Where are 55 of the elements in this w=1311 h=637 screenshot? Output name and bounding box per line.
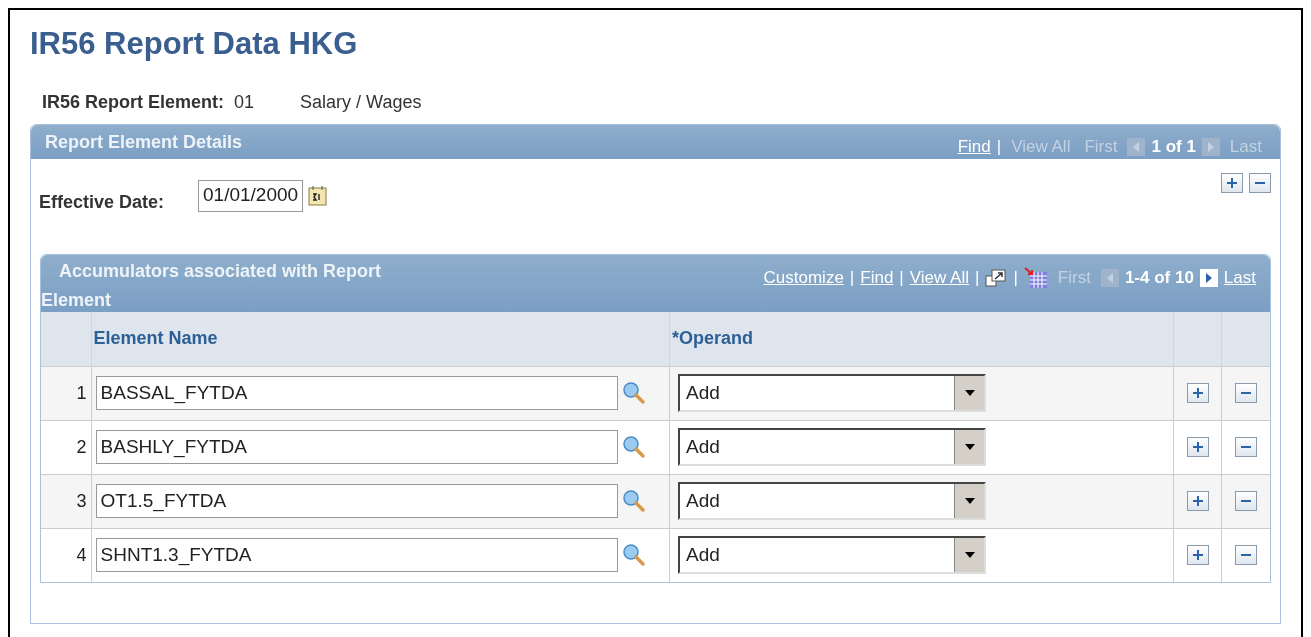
new-window-icon[interactable]: [985, 268, 1008, 287]
element-description: Salary / Wages: [300, 91, 422, 114]
spreadsheet-icon[interactable]: [1023, 266, 1048, 289]
page-title: IR56 Report Data HKG: [30, 28, 359, 59]
plus-icon: [1191, 387, 1204, 399]
nav-link: First: [1084, 136, 1118, 159]
delete-row-button[interactable]: [1235, 437, 1258, 457]
column-header: [1221, 312, 1270, 366]
plus-icon: [1191, 441, 1204, 453]
delete-row-button[interactable]: [1249, 173, 1271, 193]
field-label: IR56 Report Element:: [42, 91, 225, 114]
operand-dropdown[interactable]: Add: [678, 428, 986, 466]
dropdown-arrow-icon: [963, 389, 976, 397]
search-icon[interactable]: [621, 543, 646, 568]
separator: |: [996, 136, 1002, 159]
nav-link: View All: [1011, 136, 1071, 159]
row-number: 4: [41, 528, 92, 582]
dropdown-arrow-icon: [963, 497, 976, 505]
element-code: 01: [234, 91, 255, 114]
delete-row-button[interactable]: [1235, 491, 1258, 511]
add-row-button[interactable]: [1186, 383, 1209, 403]
operand-dropdown[interactable]: Add: [678, 374, 986, 412]
add-row-button[interactable]: [1186, 437, 1209, 457]
element-name-field[interactable]: OT1.5_FYTDA: [95, 484, 618, 518]
row-count: 1 of 1: [1151, 136, 1196, 159]
panel-title: Report Element Details: [45, 130, 243, 154]
separator: |: [1013, 267, 1018, 289]
element-name-field[interactable]: BASSAL_FYTDA: [95, 376, 618, 410]
separator: |: [849, 267, 855, 289]
nav-link: First: [1057, 267, 1091, 289]
delete-row-button[interactable]: [1235, 383, 1258, 403]
element-name-field[interactable]: SHNT1.3_FYTDA: [95, 538, 618, 573]
nav-link: Last: [1229, 136, 1262, 159]
dropdown-arrow-icon: [963, 551, 976, 560]
delete-row-button[interactable]: [1235, 545, 1258, 566]
separator: |: [899, 267, 904, 289]
add-row-button[interactable]: [1221, 173, 1243, 193]
grid-title: Accumulators associated with Report Element: [41, 260, 383, 312]
add-row-button[interactable]: [1186, 545, 1209, 566]
search-icon[interactable]: [621, 435, 646, 459]
search-icon[interactable]: [621, 489, 646, 513]
date-field[interactable]: 01/01/2000: [198, 179, 304, 212]
plus-icon: [1226, 177, 1238, 189]
dropdown-arrow-icon: [963, 443, 976, 451]
operand-dropdown[interactable]: Add: [678, 482, 986, 520]
add-row-button[interactable]: [1186, 491, 1209, 511]
calendar-icon[interactable]: [308, 184, 329, 207]
field-label: Effective Date:: [39, 191, 165, 214]
plus-icon: [1191, 495, 1204, 507]
row-count: 1-4 of 10: [1124, 267, 1194, 289]
plus-icon: [1191, 549, 1204, 562]
operand-dropdown[interactable]: Add: [678, 536, 986, 575]
separator: |: [975, 267, 980, 289]
element-name-field[interactable]: BASHLY_FYTDA: [95, 430, 618, 464]
search-icon[interactable]: [621, 381, 646, 405]
